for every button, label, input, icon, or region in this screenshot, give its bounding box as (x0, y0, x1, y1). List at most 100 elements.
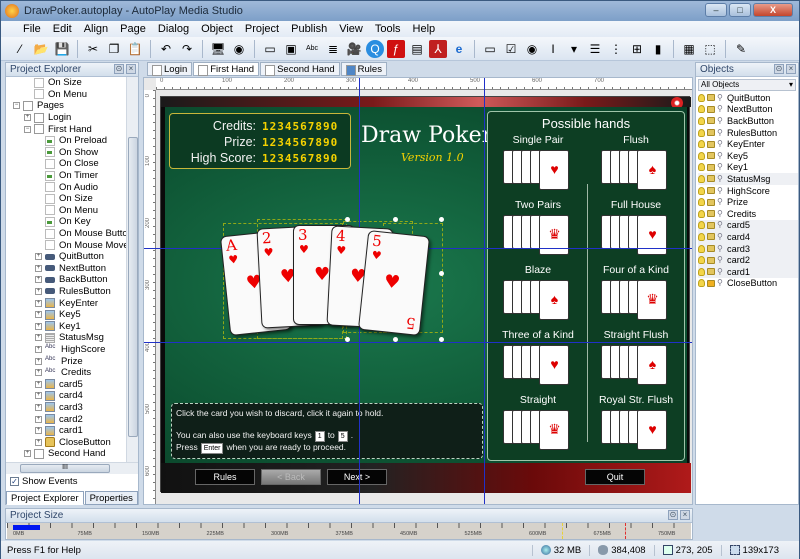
tree-item[interactable]: − First Hand (6, 123, 128, 135)
tree-item[interactable]: + Key1 (6, 320, 128, 332)
menu-file[interactable]: File (17, 23, 47, 35)
visibility-bulb-icon[interactable] (698, 198, 705, 207)
object-item[interactable]: ⚲ card2 (698, 254, 798, 266)
expander-icon[interactable]: + (35, 427, 42, 435)
vertical-ruler[interactable]: 0 100 200 300 400 500 600 (144, 90, 156, 504)
object-item[interactable]: ⚲ card4 (698, 231, 798, 243)
lock-icon[interactable] (707, 210, 715, 218)
input-object-icon[interactable]: ▭ (481, 40, 499, 58)
show-events-checkbox[interactable]: ✓ Show Events (10, 476, 77, 487)
object-item[interactable]: ⚲ card5 (698, 219, 798, 232)
pin-icon[interactable]: ⚲ (717, 267, 725, 276)
checkbox-object-icon[interactable]: ☑ (502, 40, 520, 58)
expander-icon[interactable]: − (13, 102, 20, 110)
expander-icon[interactable]: + (35, 438, 42, 446)
object-item[interactable]: ⚲ BackButton (698, 115, 798, 127)
design-canvas[interactable]: 0 100 200 300 400 500 600 700 0 100 200 300 400 500 6… (143, 77, 693, 505)
image-object-icon[interactable]: ▣ (282, 40, 300, 58)
expander-icon[interactable]: + (24, 114, 31, 122)
expander-icon[interactable]: + (35, 334, 42, 342)
close-button[interactable]: X (753, 3, 793, 17)
slideshow-object-icon[interactable]: ▤ (408, 40, 426, 58)
menu-publish[interactable]: Publish (285, 23, 333, 35)
pin-icon[interactable]: ⊙ (114, 64, 124, 74)
key-enter-image[interactable]: Enter (200, 443, 224, 454)
tree-item[interactable]: On Timer (6, 170, 128, 182)
object-item[interactable]: ⚲ Credits (698, 208, 798, 220)
tree-item[interactable]: On Menu (6, 205, 128, 217)
panel-close-icon[interactable]: × (786, 64, 796, 74)
lock-icon[interactable] (707, 140, 715, 148)
visibility-bulb-icon[interactable] (698, 267, 705, 276)
visibility-bulb-icon[interactable] (698, 209, 705, 218)
save-icon[interactable]: 💾 (53, 40, 71, 58)
lock-icon[interactable] (707, 152, 715, 160)
label-object-icon[interactable]: Abc (303, 40, 321, 58)
status-message[interactable]: Click the card you wish to discard, clic… (171, 403, 483, 459)
lock-icon[interactable] (707, 117, 715, 125)
object-item[interactable]: ⚲ card1 (698, 265, 798, 278)
tab-login[interactable]: Login (147, 62, 193, 76)
open-folder-icon[interactable]: 📂 (32, 40, 50, 58)
tree-object-icon[interactable]: ⋮ (607, 40, 625, 58)
object-item[interactable]: ⚲ HighScore (698, 185, 798, 197)
tab-first-hand[interactable]: First Hand (193, 62, 260, 76)
expander-icon[interactable]: + (35, 357, 42, 365)
tree-item[interactable]: + Key5 (6, 309, 128, 321)
redo-icon[interactable]: ↷ (178, 40, 196, 58)
pin-icon[interactable]: ⚲ (717, 221, 725, 229)
tree-item[interactable]: + CloseButton (6, 436, 128, 448)
grid-object-icon[interactable]: ⊞ (628, 40, 646, 58)
menu-page[interactable]: Page (114, 23, 152, 35)
tree-horizontal-scrollbar[interactable]: III (6, 462, 138, 474)
tree-item[interactable]: + Abc Prize (6, 355, 128, 367)
visibility-bulb-icon[interactable] (698, 279, 705, 288)
tree-item[interactable]: + card5 (6, 378, 128, 390)
object-item[interactable]: ⚲ QuitButton (698, 92, 798, 104)
object-item[interactable]: ⚲ card3 (698, 242, 798, 255)
checkbox[interactable]: ✓ (10, 477, 19, 486)
object-item[interactable]: ⚲ Key1 (698, 162, 798, 174)
hotspot-object-icon[interactable]: ⬚ (701, 40, 719, 58)
scroll-thumb[interactable] (128, 137, 138, 437)
pin-icon[interactable]: ⚲ (717, 151, 725, 160)
visibility-bulb-icon[interactable] (698, 163, 705, 172)
progress-object-icon[interactable]: ▮ (649, 40, 667, 58)
lock-icon[interactable] (707, 198, 715, 206)
tree-vertical-scrollbar[interactable] (126, 77, 138, 462)
tree-item[interactable]: + card4 (6, 390, 128, 402)
lock-icon[interactable] (707, 233, 715, 241)
tree-item[interactable]: On Menu (6, 89, 128, 101)
flash-object-icon[interactable]: ƒ (387, 39, 405, 58)
tree-item[interactable]: On Show (6, 147, 128, 159)
magic-wand-icon[interactable]: ⁄ (11, 40, 29, 58)
expander-icon[interactable]: + (35, 403, 42, 411)
tree-item[interactable]: + QuitButton (6, 251, 128, 263)
menu-edit[interactable]: Edit (47, 23, 78, 35)
pin-icon[interactable]: ⚲ (717, 105, 725, 113)
lock-icon[interactable] (707, 279, 715, 287)
tree-item[interactable]: + card2 (6, 413, 128, 425)
expander-icon[interactable]: + (35, 392, 42, 400)
lock-icon[interactable] (707, 245, 715, 253)
lock-icon[interactable] (707, 256, 715, 264)
web-object-icon[interactable]: e (450, 40, 468, 58)
pin-icon[interactable]: ⚲ (717, 209, 725, 218)
pin-icon[interactable]: ⚲ (717, 116, 725, 125)
publish-icon[interactable]: ◉ (230, 40, 248, 58)
expander-icon[interactable]: + (35, 311, 42, 319)
pin-icon[interactable]: ⚲ (717, 198, 725, 206)
tree-item[interactable]: + Abc Credits (6, 367, 128, 379)
tree-item[interactable]: On Close (6, 158, 128, 170)
menu-project[interactable]: Project (239, 23, 285, 35)
object-item[interactable]: ⚲ KeyEnter (698, 138, 798, 150)
panel-close-icon[interactable]: × (126, 64, 136, 74)
key1-image[interactable]: 1 (314, 431, 325, 442)
tree-item[interactable]: + Second Hand (6, 448, 128, 460)
lock-icon[interactable] (707, 163, 715, 171)
expander-icon[interactable]: + (35, 380, 42, 388)
lock-icon[interactable] (707, 268, 715, 276)
visibility-bulb-icon[interactable] (698, 116, 705, 125)
visibility-bulb-icon[interactable] (698, 174, 705, 183)
next-button[interactable]: Next > (327, 469, 387, 485)
